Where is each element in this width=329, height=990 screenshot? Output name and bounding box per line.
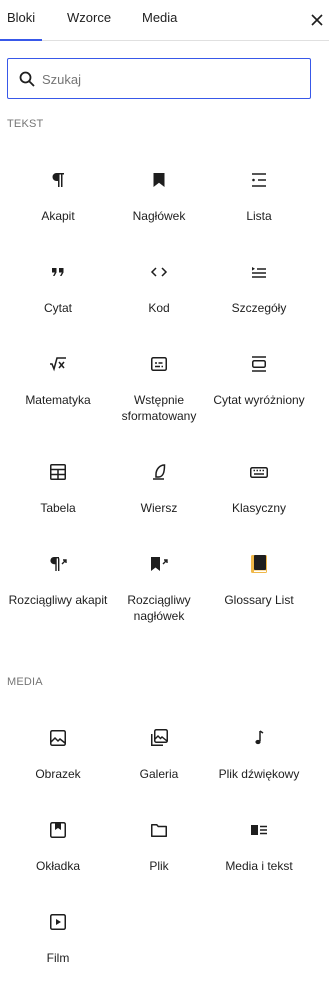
glossary-book-icon [251, 555, 267, 573]
search-icon [19, 71, 35, 87]
math-icon [50, 357, 66, 372]
search-box [7, 58, 311, 99]
block-label: Akapit [41, 209, 75, 223]
block-paragraph[interactable]: Akapit [7, 168, 109, 224]
image-icon [50, 730, 66, 746]
quote-icon [52, 268, 64, 276]
block-label: Szczegóły [231, 301, 287, 315]
cover-icon [50, 822, 66, 838]
details-icon [252, 267, 266, 278]
block-label: Lista [246, 209, 272, 223]
tab-blocks[interactable]: Bloki [0, 0, 43, 41]
block-preformatted[interactable]: Wstępnie sformatowany [108, 352, 210, 424]
list-icon [252, 173, 266, 187]
block-label: Okładka [35, 859, 81, 873]
block-math[interactable]: Matematyka [7, 352, 109, 408]
section-title-media: MEDIA [7, 676, 43, 688]
block-cover[interactable]: Okładka [7, 818, 109, 874]
audio-icon [255, 730, 264, 745]
block-verse[interactable]: Wiersz [108, 460, 210, 516]
pullquote-icon [252, 356, 266, 372]
block-video[interactable]: Film [7, 910, 109, 966]
block-label: Film [46, 951, 70, 965]
block-label: Plik [149, 859, 169, 873]
tab-media[interactable]: Media [142, 0, 177, 40]
block-quote[interactable]: Cytat [7, 260, 109, 316]
stretchy-paragraph-icon [50, 557, 67, 571]
block-label: Wiersz [140, 501, 178, 515]
file-icon [151, 824, 167, 837]
search-input[interactable] [42, 68, 302, 90]
block-stretchy-paragraph[interactable]: Rozciągliwy akapit [7, 552, 109, 608]
block-label: Rozciągliwy nagłówek [127, 593, 191, 623]
block-classic[interactable]: Klasyczny [208, 460, 310, 516]
tab-patterns[interactable]: Wzorce [67, 0, 111, 40]
block-label: Obrazek [35, 767, 81, 781]
block-table[interactable]: Tabela [7, 460, 109, 516]
gallery-icon [151, 729, 168, 746]
video-icon [50, 914, 66, 930]
block-list[interactable]: Lista [208, 168, 310, 224]
block-media-text[interactable]: Media i tekst [208, 818, 310, 874]
block-label: Rozciągliwy akapit [8, 593, 108, 607]
block-pullquote[interactable]: Cytat wyróżniony [208, 352, 310, 408]
block-code[interactable]: Kod [108, 260, 210, 316]
block-label: Kod [148, 301, 170, 315]
block-label: Nagłówek [132, 209, 186, 223]
close-button[interactable] [305, 8, 329, 32]
block-label: Klasyczny [231, 501, 287, 515]
block-image[interactable]: Obrazek [7, 726, 109, 782]
keyboard-icon [250, 467, 268, 478]
block-label: Glossary List [224, 593, 294, 607]
verse-icon [153, 464, 166, 480]
block-label: Cytat wyróżniony [213, 393, 305, 407]
table-icon [50, 464, 66, 480]
close-icon [311, 14, 323, 26]
media-text-icon [251, 825, 267, 835]
section-title-text: TEKST [7, 118, 44, 130]
block-label: Cytat [43, 301, 72, 315]
heading-icon [153, 173, 165, 187]
block-label: Galeria [139, 767, 179, 781]
inserter-tabs: Bloki Wzorce Media [0, 0, 329, 41]
block-details[interactable]: Szczegóły [208, 260, 310, 316]
block-label: Tabela [40, 501, 76, 515]
block-label: Plik dźwiękowy [218, 767, 300, 781]
block-label: Matematyka [25, 393, 91, 407]
block-label: Media i tekst [225, 859, 293, 873]
block-audio[interactable]: Plik dźwiękowy [208, 726, 310, 782]
paragraph-icon [52, 173, 64, 187]
block-label: Wstępnie sformatowany [121, 393, 197, 423]
stretchy-heading-icon [151, 557, 168, 571]
block-stretchy-heading[interactable]: Rozciągliwy nagłówek [108, 552, 210, 624]
block-gallery[interactable]: Galeria [108, 726, 210, 782]
code-icon [150, 267, 168, 277]
block-file[interactable]: Plik [108, 818, 210, 874]
block-glossary-list[interactable]: Glossary List [208, 552, 310, 608]
preformatted-icon [151, 357, 167, 371]
block-heading[interactable]: Nagłówek [108, 168, 210, 224]
